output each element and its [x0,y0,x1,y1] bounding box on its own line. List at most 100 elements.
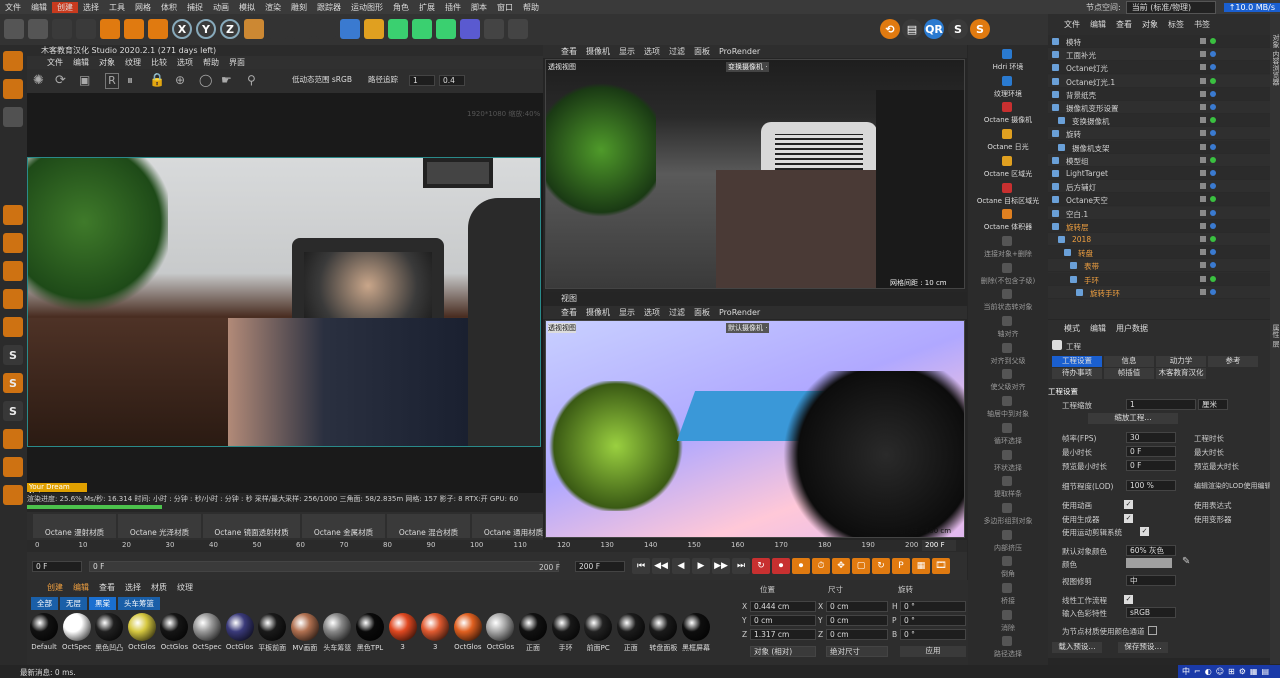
cmd-16[interactable]: 提取样条 [968,489,1048,499]
object-row[interactable]: Octane灯光.1 [1048,74,1270,88]
mat-filter-3[interactable]: 头车筹篮 [118,597,160,610]
region-render-icon[interactable]: R [105,73,119,89]
subdiv-icon[interactable] [388,19,408,39]
obj-menu-5[interactable]: 书签 [1194,19,1210,30]
viewer-menu-5[interactable]: 选项 [177,57,193,68]
obj-menu-0[interactable]: 文件 [1064,19,1080,30]
object-row[interactable]: 2018 [1048,233,1270,246]
vpt-menu-4[interactable]: 过滤 [669,46,685,57]
tag-icon[interactable] [1210,130,1216,137]
menu-item-2[interactable]: 创建 [52,1,78,13]
obj-menu-3[interactable]: 对象 [1142,19,1158,30]
visibility-dot-icon[interactable] [1200,236,1206,242]
s1-icon[interactable]: S [3,345,23,365]
menu-item-4[interactable]: 工具 [104,2,130,13]
render-settings-icon[interactable] [316,19,336,39]
object-row[interactable]: 旋转 [1048,127,1270,141]
menu-item-17[interactable]: 脚本 [466,2,492,13]
qr-icon[interactable]: QR [924,19,944,39]
preview-min-input[interactable]: 0 F [1126,460,1176,471]
stop-icon[interactable]: ▣ [79,73,97,89]
workplane-icon[interactable] [3,107,23,127]
z-axis-icon[interactable]: Z [220,19,240,39]
menu-item-18[interactable]: 窗口 [492,2,518,13]
object-row[interactable]: 摄像机支架 [1048,140,1270,154]
tray-icon-3[interactable]: ☺ [1216,667,1224,676]
menu-item-1[interactable]: 编辑 [26,2,52,13]
visibility-dot-icon[interactable] [1200,183,1206,190]
viewer-menu-1[interactable]: 编辑 [73,57,89,68]
cmd-10[interactable]: 轴对齐 [968,329,1048,339]
vpt-menu-6[interactable]: ProRender [719,47,760,56]
use-anim-checkbox[interactable]: ✓ [1124,500,1133,509]
attr-tab-3[interactable]: 参考 [1208,356,1258,367]
material-swatch[interactable]: OctSpec [61,613,93,653]
material-swatch[interactable]: MV画面 [289,613,321,653]
material-swatch[interactable]: 黑色凹凸 [93,613,125,653]
coord-mode-select[interactable]: 对象 (相对) [750,646,816,657]
dot-icon[interactable]: ◯ [199,73,217,89]
select-icon[interactable] [52,19,72,39]
film-icon[interactable]: 🎞 [932,558,950,574]
record-icon[interactable]: ⏺ [772,558,790,574]
visibility-dot-icon[interactable] [1200,104,1206,110]
material-swatch[interactable]: 正面 [615,613,647,653]
autokey-icon[interactable]: ⏺ [792,558,810,574]
cmd-22[interactable]: 路径选择 [968,649,1048,659]
lock-icon[interactable]: 🔒 [149,73,167,89]
cmd-13[interactable]: 轴居中到对象 [968,409,1048,419]
camera-label[interactable]: 变换摄像机 · [726,62,770,72]
redo-icon[interactable] [28,19,48,39]
vpb-menu-4[interactable]: 过滤 [669,307,685,318]
material-swatch[interactable]: 转盘面板 [647,613,679,653]
visibility-dot-icon[interactable] [1200,196,1206,203]
scale-input[interactable]: 1 [1126,399,1196,410]
loop-icon[interactable]: ↻ [752,558,770,574]
tray-icon-2[interactable]: ◐ [1205,667,1212,676]
object-row[interactable]: 手环 [1048,272,1270,286]
mat-menu-0[interactable]: 创建 [47,582,63,593]
eyedropper-icon[interactable]: ✎ [1182,556,1194,568]
model-mode-icon[interactable] [3,51,23,71]
mat-filter-2[interactable]: 黑棠 [89,597,116,610]
tag-icon[interactable] [1210,156,1216,163]
visibility-dot-icon[interactable] [1200,222,1206,229]
octane-mat-tab-2[interactable]: Octane 镜面透射材质 [203,514,300,538]
cmd-15[interactable]: 环状选择 [968,463,1048,473]
layout-select[interactable]: 当前 (标准/物理) [1125,0,1216,14]
menu-item-19[interactable]: 帮助 [518,2,544,13]
size-x[interactable]: 0 cm [826,601,888,612]
mat-menu-3[interactable]: 选择 [125,582,141,593]
material-swatch[interactable]: 黑框屏幕 [680,613,712,653]
visibility-dot-icon[interactable] [1200,249,1206,256]
mat-filter-0[interactable]: 全部 [31,597,58,610]
grid-icon[interactable] [3,457,23,477]
viewer-menu-7[interactable]: 界面 [229,57,245,68]
tag-icon[interactable] [1210,170,1216,176]
visibility-dot-icon[interactable] [1200,209,1206,216]
s2-icon[interactable]: S [3,373,23,393]
octane-mat-tab-4[interactable]: Octane 混合材质 [387,514,470,538]
object-row[interactable]: 变换摄像机 [1048,114,1270,128]
visibility-dot-icon[interactable] [1200,38,1206,44]
viewport-bottom-canvas[interactable]: 透视视图 默认摄像机 · 网格间距 : 100 cm [545,320,965,538]
menu-item-7[interactable]: 捕捉 [182,2,208,13]
magnet-icon[interactable] [3,429,23,449]
menu-item-14[interactable]: 角色 [388,2,414,13]
pla-icon[interactable]: ▦ [912,558,930,574]
linear-checkbox[interactable]: ✓ [1124,595,1133,604]
material-swatch[interactable]: 头车筹篮 [321,613,353,653]
move-icon[interactable] [76,19,96,39]
refresh-icon[interactable]: ⟳ [55,73,73,89]
tag-icon[interactable] [1210,275,1216,282]
s-plugin-icon[interactable]: S [948,19,968,39]
cmd-8[interactable]: 删除(不包含子级) [968,276,1048,286]
vpt-menu-0[interactable]: 查看 [561,46,577,57]
extrude-icon[interactable] [412,19,432,39]
cmd-1[interactable]: 纹理环境 [968,89,1048,99]
step-fwd-icon[interactable]: ▶▶ [712,558,730,574]
cmd-2[interactable]: Octane 摄像机 [968,115,1048,125]
move-key-icon[interactable]: ✥ [832,558,850,574]
object-row[interactable]: LightTarget [1048,167,1270,180]
vpt-menu-5[interactable]: 面板 [694,46,710,57]
